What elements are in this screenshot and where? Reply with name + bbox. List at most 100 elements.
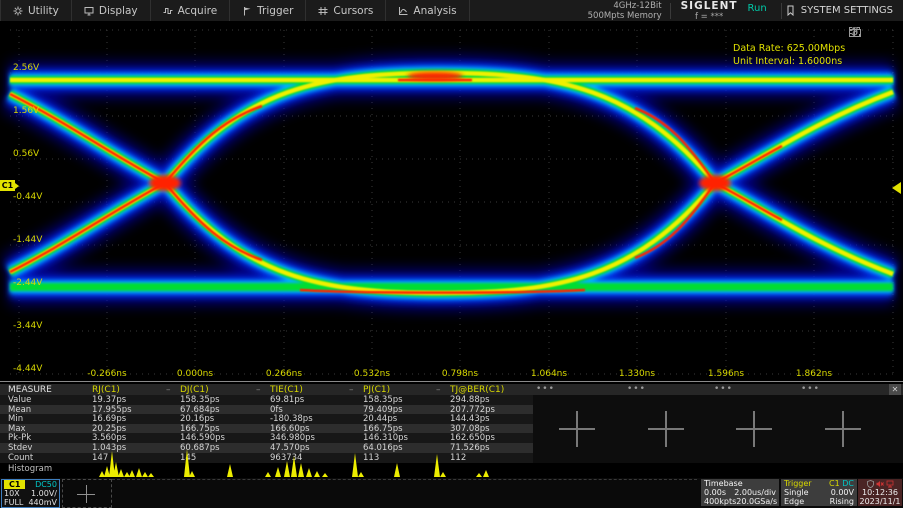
- close-measure-button[interactable]: ✕: [889, 384, 901, 395]
- channel-probe: 10X: [4, 489, 20, 498]
- measure-value: -180.38ps: [270, 414, 313, 424]
- menu-item-trigger[interactable]: Trigger: [230, 0, 306, 21]
- measure-row-label: Count: [8, 453, 33, 463]
- x-axis-label: 1.330ns: [619, 369, 655, 379]
- display-icon: [84, 6, 94, 16]
- channel-offset-marker[interactable]: C1: [0, 180, 15, 191]
- x-axis-label: 0.266ns: [266, 369, 302, 379]
- measure-value: 963734: [270, 453, 302, 463]
- bottom-status-bar: C1DC50 10X1.00V/ FULL440mV Timebase 0.00…: [0, 478, 903, 508]
- measure-title: MEASURE: [8, 385, 52, 395]
- add-measurement-button[interactable]: [736, 411, 772, 447]
- clock-date: 2023/11/1: [858, 497, 902, 506]
- measure-panel: MEASURE ✕ RJ(C1) DJ(C1) TIE(C1) PJ(C1) TJ@BE…: [0, 384, 903, 463]
- timebase-sample-rate: 20.0GSa/s: [736, 497, 777, 506]
- measure-value: 79.409ps: [363, 405, 403, 415]
- y-axis-label: 1.56V: [13, 106, 39, 116]
- channel-scale: 1.00V/: [31, 489, 57, 498]
- trigger-title: Trigger: [784, 479, 812, 488]
- column-collapse-dash[interactable]: –: [166, 385, 171, 395]
- measure-value: 64.016ps: [363, 443, 403, 453]
- timebase-box[interactable]: Timebase 0.00s2.00us/div 400kpts20.0GSa/…: [701, 479, 779, 506]
- column-collapse-dash[interactable]: –: [436, 385, 441, 395]
- trigger-source: C1: [829, 479, 840, 488]
- column-collapse-dash[interactable]: –: [256, 385, 261, 395]
- gear-icon: [13, 6, 23, 16]
- measure-value: 20.44ps: [363, 414, 397, 424]
- main-menu: Utility Display Acquire Trigger Cursors …: [0, 0, 470, 21]
- eye-measurement-info: Data Rate: 625.00Mbps Unit Interval: 1.6…: [733, 42, 845, 68]
- measure-row-label: Max: [8, 424, 26, 434]
- empty-column-menu[interactable]: •••: [627, 384, 646, 394]
- menu-item-display[interactable]: Display: [72, 0, 151, 21]
- data-rate-label: Data Rate: 625.00Mbps: [733, 42, 845, 55]
- brand-name: SIGLENT: [681, 0, 738, 12]
- empty-column-menu[interactable]: •••: [536, 384, 555, 394]
- measure-value: 307.08ps: [450, 424, 490, 434]
- measure-value: 17.955ps: [92, 405, 132, 415]
- trigger-level-marker[interactable]: [892, 182, 901, 194]
- speaker-icon[interactable]: [849, 27, 860, 37]
- measure-value: 0fs: [270, 405, 283, 415]
- measure-value: 166.75ps: [363, 424, 403, 434]
- system-settings-button[interactable]: SYSTEM SETTINGS: [782, 5, 903, 16]
- menu-item-cursors[interactable]: Cursors: [306, 0, 386, 21]
- timebase-memory: 400kpts: [704, 497, 736, 506]
- measure-value: 60.687ps: [180, 443, 220, 453]
- trigger-level: 0.00V: [831, 488, 854, 497]
- trigger-source-coupling: DC: [842, 479, 854, 488]
- menu-item-label: Analysis: [413, 5, 456, 17]
- status-icons: [858, 479, 902, 488]
- trigger-box[interactable]: Trigger C1 DC Single0.00V EdgeRising: [781, 479, 857, 506]
- measure-row: Min16.69ps20.16ps-180.38ps20.44ps144.43p…: [0, 414, 533, 424]
- hw-bandwidth: 4GHz-12Bit: [588, 1, 662, 11]
- measure-value: 69.81ps: [270, 395, 304, 405]
- menu-item-label: Cursors: [333, 5, 373, 17]
- y-axis-label: -0.44V: [13, 192, 42, 202]
- y-axis-label: 2.56V: [13, 63, 39, 73]
- empty-column-menu[interactable]: •••: [714, 384, 733, 394]
- network-error-icon: [886, 480, 894, 488]
- measure-value: 145: [180, 453, 196, 463]
- menu-item-utility[interactable]: Utility: [0, 0, 72, 21]
- menu-item-acquire[interactable]: Acquire: [151, 0, 231, 21]
- column-collapse-dash[interactable]: –: [349, 385, 354, 395]
- run-state-indicator[interactable]: Run: [748, 3, 781, 14]
- measure-value: 158.35ps: [180, 395, 220, 405]
- measure-value: 67.684ps: [180, 405, 220, 415]
- x-axis-label: 0.000ns: [177, 369, 213, 379]
- waveform-display-area[interactable]: Data Rate: 625.00Mbps Unit Interval: 1.6…: [0, 22, 903, 384]
- channel-c1-box[interactable]: C1DC50 10X1.00V/ FULL440mV: [1, 479, 60, 508]
- y-axis-label: 0.56V: [13, 149, 39, 159]
- add-measurement-button[interactable]: [648, 411, 684, 447]
- measure-value: 20.16ps: [180, 414, 214, 424]
- add-channel-slot[interactable]: [62, 479, 112, 508]
- x-axis-label: 0.532ns: [354, 369, 390, 379]
- measure-value: 3.560ps: [92, 433, 126, 443]
- add-measurement-button[interactable]: [825, 411, 861, 447]
- measure-column-header[interactable]: PJ(C1): [363, 385, 390, 395]
- datetime-box: 10:12:36 2023/11/1: [858, 479, 902, 506]
- add-measurement-button[interactable]: [559, 411, 595, 447]
- measure-column-header[interactable]: TJ@BER(C1): [450, 385, 504, 395]
- y-axis-label: -1.44V: [13, 235, 42, 245]
- measure-value: 146.590ps: [180, 433, 225, 443]
- trigger-type: Edge: [784, 497, 804, 506]
- measure-column-header[interactable]: TIE(C1): [270, 385, 303, 395]
- channel-bandwidth: FULL: [4, 498, 23, 507]
- flag-icon: [242, 6, 252, 16]
- shield-icon: [867, 480, 874, 488]
- measure-column-header[interactable]: DJ(C1): [180, 385, 209, 395]
- clock-time: 10:12:36: [858, 488, 902, 497]
- measure-row-label: Min: [8, 414, 23, 424]
- histogram-label: Histogram: [8, 464, 52, 474]
- bookmark-icon: [786, 5, 795, 16]
- system-settings-label: SYSTEM SETTINGS: [801, 5, 893, 16]
- menu-item-analysis[interactable]: Analysis: [386, 0, 469, 21]
- measure-value: 146.310ps: [363, 433, 408, 443]
- measure-value: 346.980ps: [270, 433, 315, 443]
- measure-value: 158.35ps: [363, 395, 403, 405]
- brand-block: SIGLENT f = ***: [671, 0, 748, 22]
- empty-column-menu[interactable]: •••: [801, 384, 820, 394]
- measure-column-header[interactable]: RJ(C1): [92, 385, 120, 395]
